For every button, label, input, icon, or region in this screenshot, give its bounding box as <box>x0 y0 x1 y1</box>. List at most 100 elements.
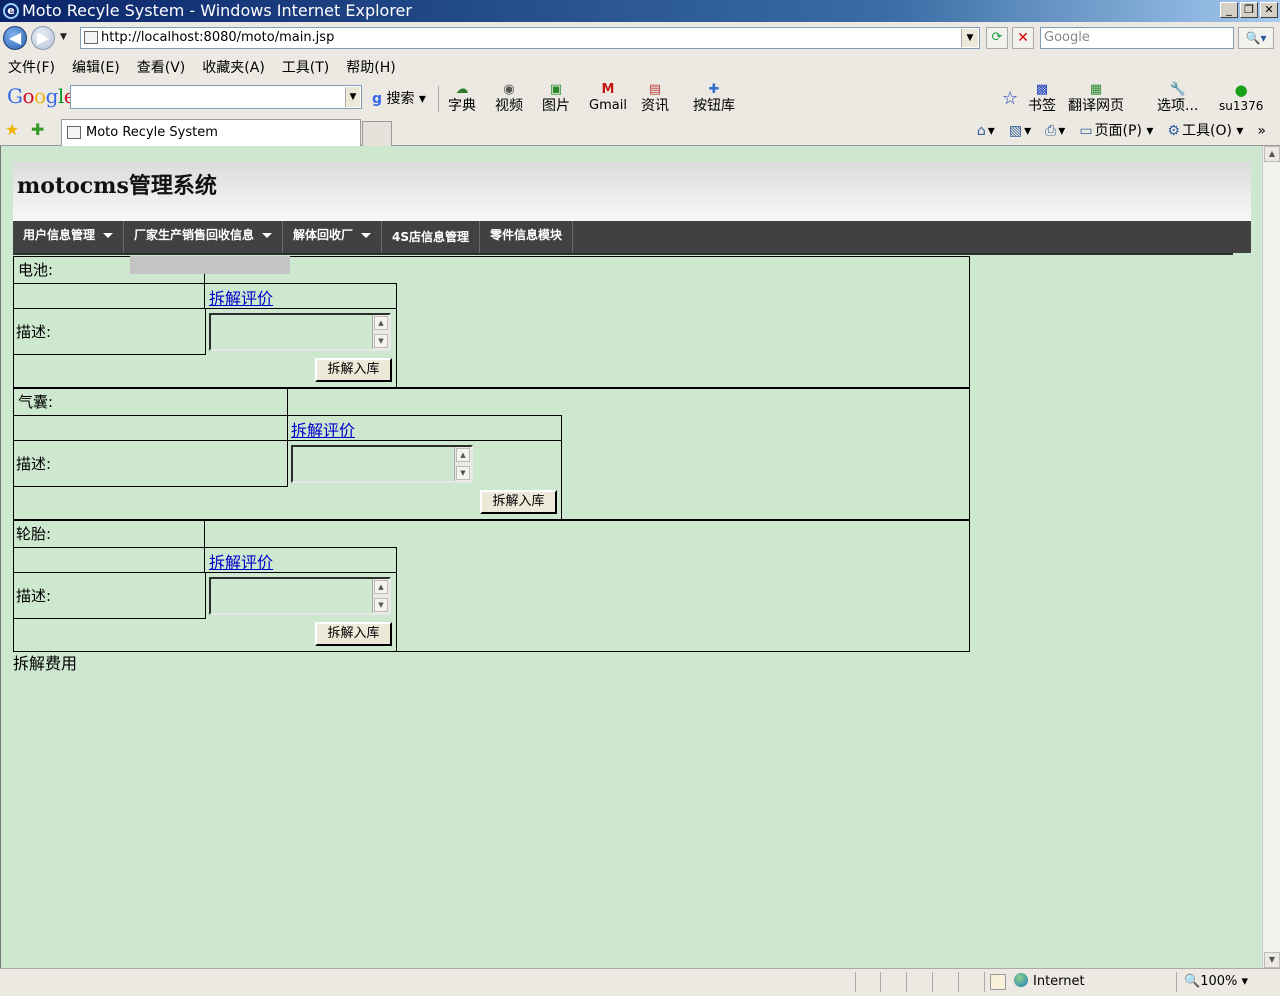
nav-user-management[interactable]: 用户信息管理 <box>13 221 125 253</box>
news-button[interactable]: ▤ 资讯 <box>641 82 669 114</box>
nav-parts-module[interactable]: 零件信息模块 <box>480 221 574 253</box>
refresh-button[interactable]: ⟳ <box>986 27 1008 49</box>
security-zone[interactable]: Internet <box>1014 972 1085 992</box>
menu-tools[interactable]: 工具(T) <box>282 56 329 80</box>
button-gallery-button[interactable]: ✚ 按钮库 <box>693 82 735 114</box>
history-dropdown-icon[interactable]: ▼ <box>60 32 67 42</box>
window-titlebar: e Moto Recyle System - Windows Internet … <box>0 0 1280 22</box>
part-name: 电池: <box>18 261 54 279</box>
gmail-icon: M <box>601 82 615 97</box>
part-name-cell <box>13 388 288 416</box>
status-divider <box>958 972 959 992</box>
zoom-icon: 🔍 <box>1184 974 1201 989</box>
nav-dismantling-plant[interactable]: 解体回收厂 <box>283 221 383 253</box>
tab-moto-recyle[interactable]: Moto Recyle System <box>61 119 361 146</box>
search-input[interactable]: Google <box>1040 27 1234 49</box>
menu-view[interactable]: 查看(V) <box>137 56 186 80</box>
bookmarks-button[interactable]: ▩ 书签 <box>1028 82 1056 114</box>
address-bar[interactable]: http://localhost:8080/moto/main.jsp ▼ <box>80 27 980 49</box>
back-button[interactable]: ◀ <box>3 26 27 50</box>
google-search-dropdown-icon[interactable]: ▼ <box>345 87 360 107</box>
protected-mode-icon[interactable] <box>990 974 1006 990</box>
dismantle-fee-label: 拆解费用 <box>13 654 78 673</box>
add-favorites-icon[interactable]: ✚ <box>31 120 44 139</box>
tools-menu-button[interactable]: ⚙ 工具(O) ▾ <box>1167 121 1243 141</box>
status-divider <box>984 972 985 992</box>
video-button[interactable]: ◉ 视频 <box>495 82 523 114</box>
command-bar: ⌂ ▾ ▧ ▾ ⎙ ▾ ▭ 页面(P) ▾ ⚙ 工具(O) ▾ » <box>977 121 1266 141</box>
feeds-button[interactable]: ▧ ▾ <box>1009 121 1031 141</box>
part-name: 气囊: <box>18 393 54 411</box>
toolbar-separator <box>438 86 439 112</box>
desc-textarea[interactable]: ▲ ▼ <box>209 577 391 615</box>
scroll-down-icon[interactable]: ▼ <box>456 466 470 480</box>
minimize-button[interactable]: _ <box>1220 2 1238 18</box>
menu-help[interactable]: 帮助(H) <box>346 56 395 80</box>
video-icon: ◉ <box>503 82 515 97</box>
vertical-scrollbar[interactable]: ▲ ▼ <box>1262 146 1280 968</box>
star-icon[interactable]: ☆ <box>1002 88 1018 109</box>
dismantle-store-button[interactable]: 拆解入库 <box>480 490 557 514</box>
nav-4s-store[interactable]: 4S店信息管理 <box>382 221 481 253</box>
chevron-more-icon[interactable]: » <box>1257 121 1266 141</box>
scroll-up-icon[interactable]: ▲ <box>374 316 388 330</box>
dictionary-button[interactable]: ☁ 字典 <box>448 82 476 114</box>
status-online-icon: ● <box>1234 81 1248 99</box>
scroll-down-icon[interactable]: ▼ <box>374 334 388 348</box>
address-url: http://localhost:8080/moto/main.jsp <box>101 30 335 45</box>
print-button[interactable]: ⎙ ▾ <box>1045 121 1065 141</box>
account-button[interactable]: ● su1376 <box>1219 82 1263 114</box>
scroll-up-icon[interactable]: ▲ <box>374 580 388 594</box>
print-icon: ⎙ <box>1045 123 1057 139</box>
forward-button[interactable]: ▶ <box>31 26 55 50</box>
zoom-level[interactable]: 🔍100% ▾ <box>1184 972 1248 992</box>
scroll-down-icon[interactable]: ▼ <box>1264 952 1280 968</box>
nav-divider <box>13 253 1233 255</box>
ie-logo-icon: e <box>3 3 19 19</box>
scroll-up-icon[interactable]: ▲ <box>1264 146 1280 162</box>
menu-edit[interactable]: 编辑(E) <box>72 56 120 80</box>
dismantle-store-button[interactable]: 拆解入库 <box>315 622 392 646</box>
eval-link[interactable]: 拆解评价 <box>209 285 273 309</box>
chevron-down-icon <box>103 233 114 238</box>
menu-file[interactable]: 文件(F) <box>8 56 55 80</box>
status-divider <box>906 972 907 992</box>
translate-button[interactable]: ▦ 翻译网页 <box>1068 82 1124 114</box>
app-header: motocms管理系统 <box>13 162 1251 221</box>
nav-manufacturer-info[interactable]: 厂家生产销售回收信息 <box>124 221 284 253</box>
address-dropdown-icon[interactable]: ▼ <box>961 29 978 47</box>
address-row: ◀ ▶ ▼ http://localhost:8080/moto/main.js… <box>0 22 1280 56</box>
tab-title: Moto Recyle System <box>86 125 218 140</box>
wrench-icon: 🔧 <box>1169 82 1186 97</box>
gmail-button[interactable]: M Gmail <box>589 82 627 114</box>
images-button[interactable]: ▣ 图片 <box>542 82 570 114</box>
part-block-battery: 电池: 拆解评价 描述: ▲ ▼ 拆解入库 <box>13 256 970 388</box>
restore-button[interactable]: ❐ <box>1240 2 1258 18</box>
menu-favorites[interactable]: 收藏夹(A) <box>202 56 265 80</box>
close-button[interactable]: ✕ <box>1260 2 1278 18</box>
images-icon: ▣ <box>549 82 563 97</box>
favorites-star-icon[interactable]: ★ <box>5 120 19 139</box>
status-divider <box>1176 972 1177 992</box>
eval-link[interactable]: 拆解评价 <box>209 549 273 573</box>
page-title: motocms管理系统 <box>17 173 217 199</box>
scroll-up-icon[interactable]: ▲ <box>456 448 470 462</box>
status-divider <box>932 972 933 992</box>
page-menu-button[interactable]: ▭ 页面(P) ▾ <box>1079 121 1153 141</box>
google-search-input[interactable]: ▼ <box>70 85 362 109</box>
google-search-button[interactable]: g 搜索 ▾ <box>372 88 426 108</box>
new-tab-button[interactable] <box>362 121 392 146</box>
desc-textarea[interactable]: ▲ ▼ <box>209 313 391 351</box>
eval-link[interactable]: 拆解评价 <box>291 417 355 441</box>
dismantle-store-button[interactable]: 拆解入库 <box>315 358 392 382</box>
desc-textarea[interactable]: ▲ ▼ <box>291 445 473 483</box>
options-button[interactable]: 🔧 选项... <box>1157 82 1198 114</box>
dictionary-icon: ☁ <box>455 82 469 97</box>
stop-button[interactable]: ✕ <box>1012 27 1034 49</box>
scroll-down-icon[interactable]: ▼ <box>374 598 388 612</box>
home-button[interactable]: ⌂ ▾ <box>977 121 995 141</box>
menu-bar: 文件(F) 编辑(E) 查看(V) 收藏夹(A) 工具(T) 帮助(H) <box>0 56 1280 80</box>
status-divider <box>855 972 856 992</box>
chevron-down-icon <box>361 233 372 238</box>
search-icon[interactable]: 🔍▾ <box>1238 27 1274 49</box>
